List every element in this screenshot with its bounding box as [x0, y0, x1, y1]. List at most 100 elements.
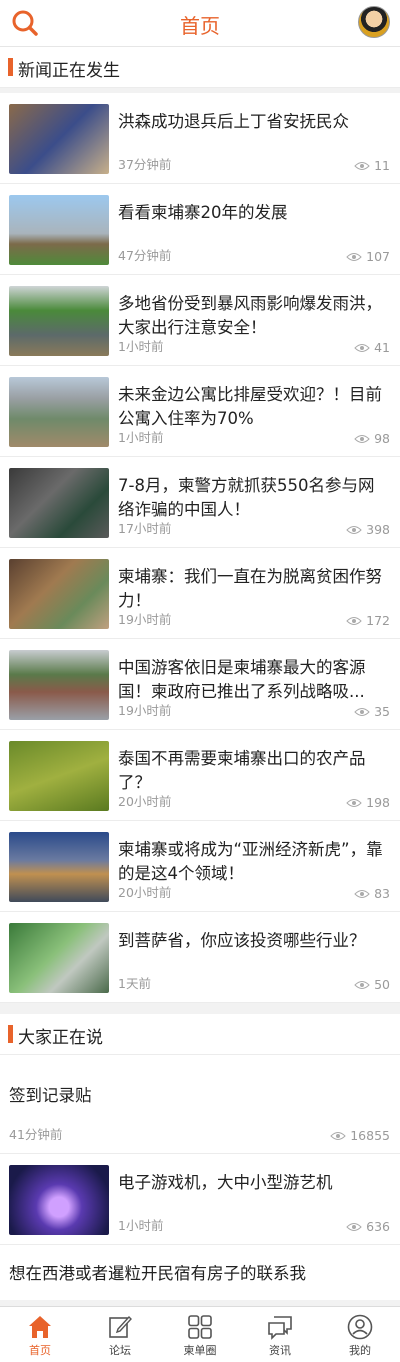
- view-count-value: 50: [374, 977, 390, 992]
- news-time: 1小时前: [118, 430, 164, 445]
- view-count-value: 636: [366, 1219, 390, 1234]
- news-thumbnail: [9, 377, 109, 447]
- view-count: 198: [346, 795, 390, 810]
- news-time: 19小时前: [118, 703, 172, 718]
- tab-label: 柬单圈: [183, 1344, 217, 1357]
- edit-icon: [109, 1315, 132, 1338]
- view-count-value: 83: [374, 886, 390, 901]
- news-list: 洪森成功退兵后上丁省安抚民众 37分钟前 11 看看柬埔寨20年的发展 47分钟…: [0, 93, 400, 1003]
- view-count: 83: [354, 886, 390, 901]
- tab-mine[interactable]: 我的: [320, 1307, 400, 1362]
- eye-icon: [346, 616, 362, 625]
- grid-icon: [188, 1315, 212, 1339]
- tab-label: 我的: [349, 1344, 371, 1357]
- tab-label: 论坛: [109, 1344, 131, 1357]
- news-thumbnail: [9, 468, 109, 538]
- forum-post[interactable]: 想在西港或者暹粒开民宿有房子的联系我: [0, 1245, 400, 1300]
- post-title: 电子游戏机，大中小型游艺机: [118, 1173, 333, 1192]
- view-count-value: 172: [366, 613, 390, 628]
- view-count-value: 11: [374, 158, 390, 173]
- news-item[interactable]: 未来金边公寓比排屋受欢迎？！目前公寓入住率为70% 1小时前 98: [0, 366, 400, 457]
- bottom-tab-bar: 首页 论坛 柬单圈 资讯 我的: [0, 1306, 400, 1362]
- eye-icon: [346, 525, 362, 534]
- news-item[interactable]: 多地省份受到暴风雨影响爆发雨洪，大家出行注意安全！ 1小时前 41: [0, 275, 400, 366]
- view-count: 636: [346, 1219, 390, 1234]
- section-accent-bar: [8, 1025, 13, 1043]
- section-header-talk: 大家正在说: [0, 1014, 400, 1055]
- news-thumbnail: [9, 650, 109, 720]
- news-time: 17小时前: [118, 521, 172, 536]
- news-time: 37分钟前: [118, 157, 172, 172]
- news-thumbnail: [9, 104, 109, 174]
- forum-post[interactable]: 签到记录贴 41分钟前 16855: [0, 1055, 400, 1154]
- news-item[interactable]: 泰国不再需要柬埔寨出口的农产品了？ 20小时前 198: [0, 730, 400, 821]
- eye-icon: [354, 980, 370, 989]
- news-title: 看看柬埔寨20年的发展: [118, 203, 288, 222]
- news-thumbnail: [9, 923, 109, 993]
- eye-icon: [330, 1131, 346, 1140]
- news-thumbnail: [9, 559, 109, 629]
- chat-icon: [268, 1316, 292, 1340]
- view-count: 35: [354, 704, 390, 719]
- view-count: 41: [354, 340, 390, 355]
- news-time: 47分钟前: [118, 248, 172, 263]
- view-count: 107: [346, 249, 390, 264]
- news-thumbnail: [9, 832, 109, 902]
- news-title: 柬埔寨：我们一直在为脱离贫困作努力！: [118, 567, 382, 610]
- news-title: 未来金边公寓比排屋受欢迎？！目前公寓入住率为70%: [118, 385, 382, 428]
- tab-label: 首页: [29, 1344, 51, 1357]
- eye-icon: [354, 707, 370, 716]
- eye-icon: [346, 252, 362, 261]
- view-count-value: 198: [366, 795, 390, 810]
- news-title: 洪森成功退兵后上丁省安抚民众: [118, 112, 349, 131]
- news-time: 1天前: [118, 976, 151, 991]
- news-time: 20小时前: [118, 885, 172, 900]
- eye-icon: [346, 1222, 362, 1231]
- view-count-value: 35: [374, 704, 390, 719]
- tab-circle[interactable]: 柬单圈: [160, 1307, 240, 1362]
- news-thumbnail: [9, 195, 109, 265]
- news-time: 20小时前: [118, 794, 172, 809]
- news-item[interactable]: 看看柬埔寨20年的发展 47分钟前 107: [0, 184, 400, 275]
- view-count: 50: [354, 977, 390, 992]
- post-time: 41分钟前: [9, 1127, 63, 1142]
- news-title: 柬埔寨或将成为“亚洲经济新虎”，靠的是这4个领域！: [118, 840, 383, 883]
- news-item[interactable]: 7-8月，柬警方就抓获550名参与网络诈骗的中国人！ 17小时前 398: [0, 457, 400, 548]
- view-count-value: 107: [366, 249, 390, 264]
- news-item[interactable]: 中国游客依旧是柬埔寨最大的客源国！柬政府已推出了系列战略吸... 19小时前 3…: [0, 639, 400, 730]
- news-time: 1小时前: [118, 339, 164, 354]
- view-count: 398: [346, 522, 390, 537]
- tab-home[interactable]: 首页: [0, 1307, 80, 1362]
- news-item[interactable]: 柬埔寨或将成为“亚洲经济新虎”，靠的是这4个领域！ 20小时前 83: [0, 821, 400, 912]
- post-time: 1小时前: [118, 1218, 164, 1233]
- tab-forum[interactable]: 论坛: [80, 1307, 160, 1362]
- view-count-value: 41: [374, 340, 390, 355]
- view-count: 172: [346, 613, 390, 628]
- tab-news[interactable]: 资讯: [240, 1307, 320, 1362]
- forum-post[interactable]: 电子游戏机，大中小型游艺机 1小时前 636: [0, 1154, 400, 1245]
- user-icon: [347, 1314, 373, 1340]
- news-item[interactable]: 到菩萨省，你应该投资哪些行业？ 1天前 50: [0, 912, 400, 1003]
- view-count-value: 398: [366, 522, 390, 537]
- section-accent-bar: [8, 58, 13, 76]
- section-title: 新闻正在发生: [18, 61, 120, 81]
- user-avatar[interactable]: [358, 6, 390, 38]
- news-thumbnail: [9, 741, 109, 811]
- news-item[interactable]: 洪森成功退兵后上丁省安抚民众 37分钟前 11: [0, 93, 400, 184]
- news-title: 7-8月，柬警方就抓获550名参与网络诈骗的中国人！: [118, 476, 375, 519]
- eye-icon: [354, 434, 370, 443]
- page-title: 首页: [180, 14, 220, 38]
- view-count: 98: [354, 431, 390, 446]
- view-count-value: 98: [374, 431, 390, 446]
- section-header-news: 新闻正在发生: [0, 47, 400, 88]
- top-bar: 首页: [0, 0, 400, 47]
- news-title: 泰国不再需要柬埔寨出口的农产品了？: [118, 749, 366, 792]
- news-title: 中国游客依旧是柬埔寨最大的客源国！柬政府已推出了系列战略吸...: [118, 658, 366, 701]
- news-item[interactable]: 柬埔寨：我们一直在为脱离贫困作努力！ 19小时前 172: [0, 548, 400, 639]
- post-title: 签到记录贴: [9, 1086, 92, 1105]
- tab-label: 资讯: [269, 1344, 291, 1357]
- post-title: 想在西港或者暹粒开民宿有房子的联系我: [9, 1264, 306, 1283]
- news-thumbnail: [9, 286, 109, 356]
- news-time: 19小时前: [118, 612, 172, 627]
- section-title: 大家正在说: [18, 1028, 103, 1048]
